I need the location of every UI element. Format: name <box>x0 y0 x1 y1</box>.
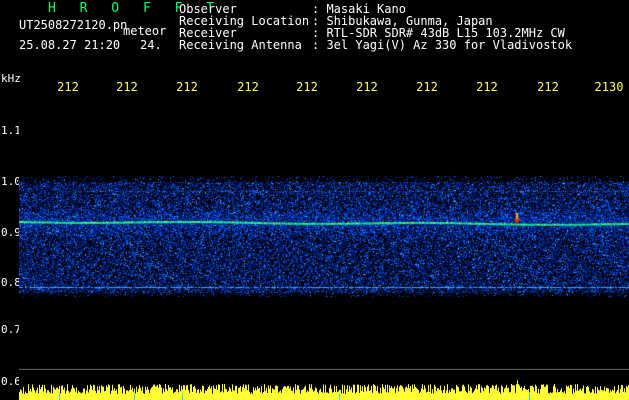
y-tick-0-8: 0.8 <box>1 276 21 289</box>
meteor-tag: meteor <box>123 24 167 38</box>
x-tick-3: 212 <box>176 80 198 94</box>
x-tick-4: 212 <box>237 80 259 94</box>
y-tick-0-9: 0.9 <box>1 226 21 239</box>
info-values: : Masaki Kano : Shibukawa, Gunma, Japan … <box>312 3 572 51</box>
spectrogram-plot <box>19 94 629 400</box>
y-tick-1-0: 1.0 <box>1 175 21 188</box>
antenna-value: : 3el Yagi(V) Az 330 for Vladivostok <box>312 38 573 52</box>
x-tick-6: 212 <box>356 80 378 94</box>
x-tick-8: 212 <box>476 80 498 94</box>
y-unit-label: kHz <box>1 72 21 85</box>
x-tick-10: 2130 <box>594 80 624 94</box>
count-label: 24. <box>140 38 162 52</box>
info-labels: Observer Receiving Location Receiver Rec… <box>179 3 309 51</box>
x-tick-7: 212 <box>416 80 438 94</box>
y-tick-1-1: 1.1 <box>1 124 21 137</box>
antenna-label: Receiving Antenna <box>179 38 302 52</box>
x-tick-5: 212 <box>296 80 318 94</box>
spectrogram-canvas <box>19 94 629 400</box>
y-tick-0-7: 0.7 <box>1 323 21 336</box>
x-tick-1: 212 <box>57 80 79 94</box>
filename-label: UT2508272120.pn <box>19 18 128 32</box>
datetime-label: 25.08.27 21:20 <box>19 38 121 52</box>
x-tick-2: 212 <box>116 80 138 94</box>
y-tick-0-6: 0.6 <box>1 375 21 388</box>
x-tick-9: 212 <box>537 80 559 94</box>
